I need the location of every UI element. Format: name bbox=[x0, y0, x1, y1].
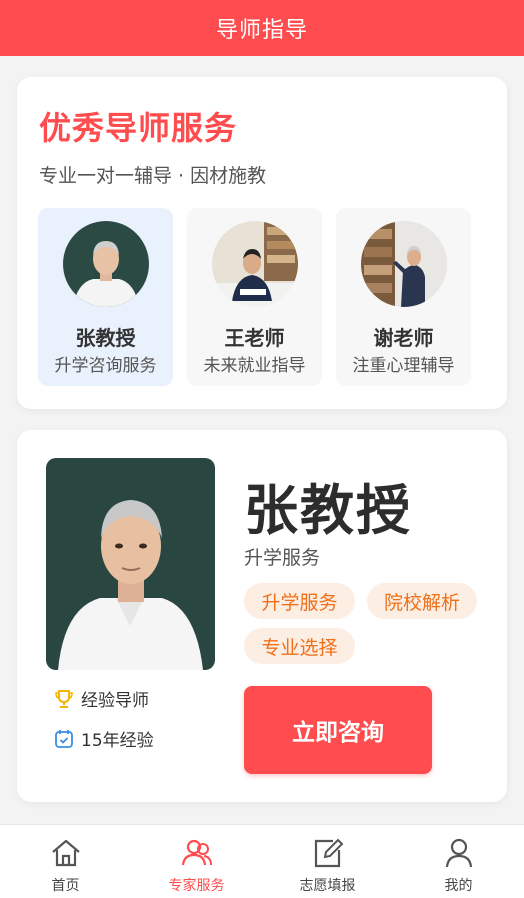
home-icon bbox=[49, 836, 83, 870]
badge-line: 经验导师 bbox=[53, 686, 149, 711]
tab-home[interactable]: 首页 bbox=[0, 825, 131, 898]
calendar-icon bbox=[53, 728, 75, 750]
mentor-name: 谢老师 bbox=[373, 326, 434, 350]
tab-label: 首页 bbox=[51, 878, 80, 894]
mentor-intro-card: 优秀导师服务 专业一对一辅导 · 因材施教 张教授 升学咨询服务 王老师 未来就… bbox=[17, 77, 507, 409]
tag-chip: 升学服务 bbox=[244, 583, 355, 619]
tab-experts[interactable]: 专家服务 bbox=[131, 825, 262, 898]
tag-chip: 专业选择 bbox=[244, 628, 355, 664]
tab-label: 专家服务 bbox=[168, 878, 225, 894]
tab-volunteer[interactable]: 志愿填报 bbox=[262, 825, 393, 898]
mentor-service: 升学服务 bbox=[244, 547, 321, 569]
edit-icon bbox=[311, 836, 345, 870]
experience-text: 15年经验 bbox=[81, 731, 154, 751]
badge-text: 经验导师 bbox=[81, 691, 149, 711]
intro-subtitle: 专业一对一辅导 · 因材施教 bbox=[39, 165, 267, 187]
tab-label: 我的 bbox=[444, 878, 473, 894]
tab-mine[interactable]: 我的 bbox=[393, 825, 524, 898]
mentor-card-xie[interactable]: 谢老师 注重心理辅导 bbox=[336, 208, 471, 386]
mentor-avatar bbox=[63, 221, 149, 307]
mentor-detail-card: 经验导师 15年经验 张教授 升学服务 升学服务 院校解析 专业选择 立即咨询 bbox=[17, 430, 507, 802]
intro-title: 优秀导师服务 bbox=[39, 109, 238, 147]
mentor-avatar bbox=[361, 221, 447, 307]
mentor-detail-name: 张教授 bbox=[244, 479, 412, 542]
experience-line: 15年经验 bbox=[53, 726, 154, 751]
user-icon bbox=[442, 836, 476, 870]
mentor-card-zhang[interactable]: 张教授 升学咨询服务 bbox=[38, 208, 173, 386]
mentor-name: 王老师 bbox=[224, 326, 285, 350]
mentor-desc: 注重心理辅导 bbox=[352, 356, 455, 376]
mentor-avatar bbox=[212, 221, 298, 307]
bottom-tab-bar: 首页 专家服务 志愿填报 我的 bbox=[0, 824, 524, 898]
trophy-icon bbox=[53, 688, 75, 710]
mentor-desc: 未来就业指导 bbox=[203, 356, 306, 376]
page-header: 导师指导 bbox=[0, 0, 524, 56]
consult-button[interactable]: 立即咨询 bbox=[244, 686, 432, 774]
tag-chip: 院校解析 bbox=[367, 583, 477, 619]
experts-icon bbox=[180, 836, 214, 870]
mentor-name: 张教授 bbox=[75, 326, 136, 350]
page-title: 导师指导 bbox=[215, 18, 308, 43]
mentor-desc: 升学咨询服务 bbox=[54, 356, 157, 376]
mentor-card-wang[interactable]: 王老师 未来就业指导 bbox=[187, 208, 322, 386]
mentor-photo bbox=[46, 458, 215, 670]
tab-label: 志愿填报 bbox=[299, 878, 356, 894]
